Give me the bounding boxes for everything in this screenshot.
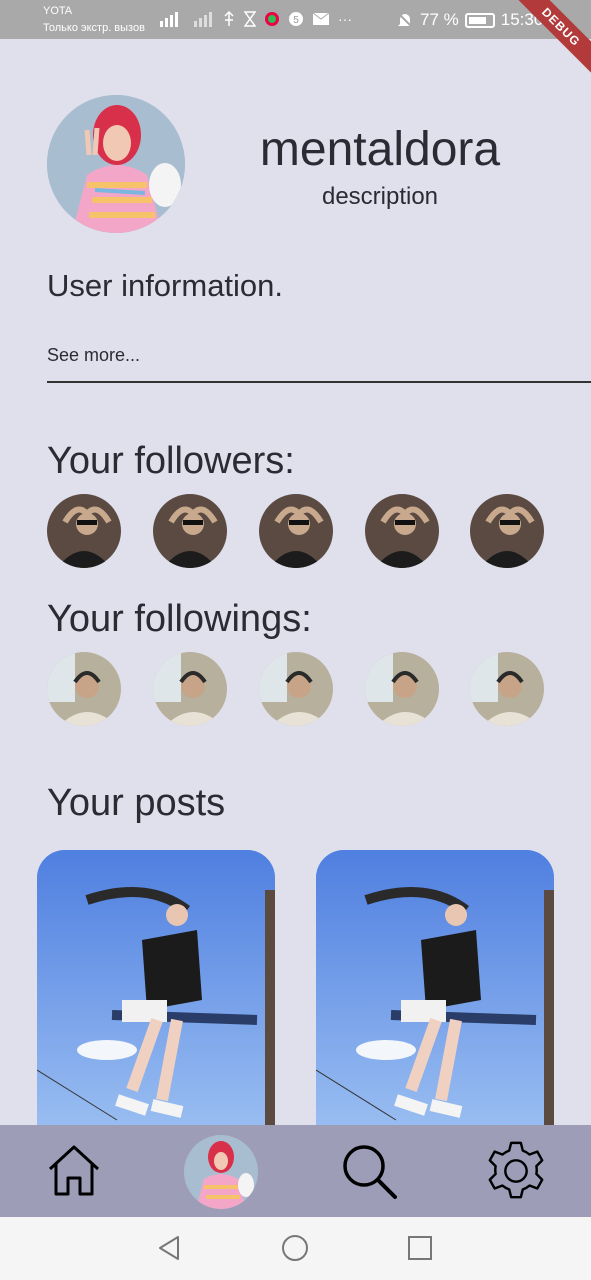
following-avatar[interactable] bbox=[259, 652, 333, 726]
mail-icon bbox=[312, 12, 330, 25]
gear-icon bbox=[488, 1141, 544, 1199]
hourglass-icon bbox=[244, 11, 256, 27]
carrier-name: YOTA bbox=[43, 5, 73, 17]
username: mentaldora bbox=[259, 123, 501, 176]
app-icon bbox=[265, 12, 279, 26]
search-button[interactable] bbox=[337, 1139, 401, 1203]
divider bbox=[47, 381, 591, 383]
usb-icon bbox=[224, 11, 234, 26]
battery-percent: 77 % bbox=[420, 10, 459, 29]
follower-avatar[interactable] bbox=[47, 494, 121, 568]
followings-row bbox=[47, 652, 544, 726]
posts-title: Your posts bbox=[47, 782, 226, 824]
followers-row bbox=[47, 494, 544, 568]
user-info-title: User information. bbox=[47, 268, 284, 303]
follower-avatar[interactable] bbox=[153, 494, 227, 568]
see-more-link[interactable]: See more... bbox=[47, 345, 140, 366]
recents-button[interactable] bbox=[403, 1231, 437, 1265]
five-icon: 5 bbox=[289, 12, 303, 26]
square-recents-icon bbox=[408, 1236, 432, 1260]
back-button[interactable] bbox=[152, 1231, 186, 1265]
follower-avatar[interactable] bbox=[365, 494, 439, 568]
following-avatar[interactable] bbox=[470, 652, 544, 726]
profile-description: description bbox=[321, 183, 439, 210]
circle-home-icon bbox=[282, 1235, 308, 1261]
status-right: 77 % 15:30 bbox=[396, 9, 543, 31]
home-system-button[interactable] bbox=[278, 1231, 312, 1265]
more-icon: ··· bbox=[338, 11, 352, 27]
bottom-navigation bbox=[0, 1125, 591, 1217]
settings-button[interactable] bbox=[484, 1139, 548, 1203]
follower-avatar[interactable] bbox=[470, 494, 544, 568]
signal-icon bbox=[160, 12, 178, 27]
post-image[interactable] bbox=[37, 850, 275, 1140]
back-icon bbox=[159, 1236, 179, 1260]
following-avatar[interactable] bbox=[153, 652, 227, 726]
signal-off-icon bbox=[194, 12, 212, 27]
carrier-status: Только экстр. вызов bbox=[43, 22, 145, 34]
post-image[interactable] bbox=[316, 850, 554, 1140]
home-icon bbox=[48, 1145, 100, 1196]
svg-text:5: 5 bbox=[293, 15, 299, 26]
battery-icon bbox=[464, 12, 495, 28]
search-icon bbox=[343, 1145, 397, 1199]
follower-avatar[interactable] bbox=[259, 494, 333, 568]
status-bar: YOTA Только экстр. вызов 5 ··· 77 % 15:3… bbox=[0, 0, 591, 39]
following-avatar[interactable] bbox=[365, 652, 439, 726]
system-navigation-bar bbox=[0, 1217, 591, 1280]
followings-title: Your followings: bbox=[47, 598, 312, 640]
profile-avatar[interactable] bbox=[47, 95, 185, 233]
profile-nav-avatar[interactable] bbox=[184, 1135, 258, 1209]
followers-title: Your followers: bbox=[47, 440, 295, 482]
mute-bell-icon bbox=[397, 12, 413, 28]
home-button[interactable] bbox=[42, 1139, 106, 1203]
following-avatar[interactable] bbox=[47, 652, 121, 726]
status-icons: 5 ··· bbox=[158, 9, 352, 29]
